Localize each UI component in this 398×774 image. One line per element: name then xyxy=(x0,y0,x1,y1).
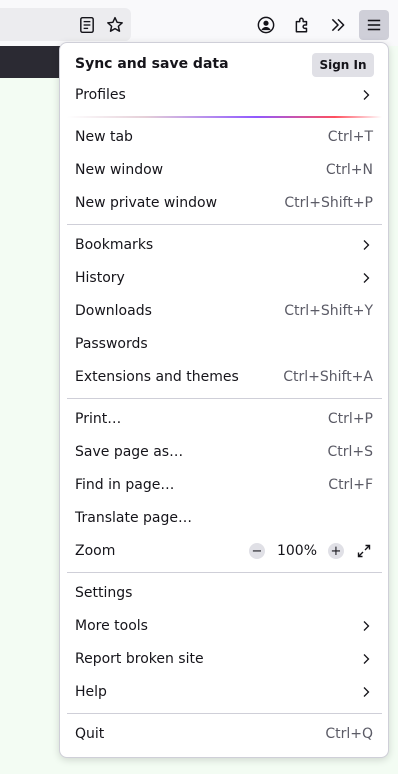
hamburger-menu-icon[interactable] xyxy=(359,10,389,40)
menu-item-report-broken-site[interactable]: Report broken site xyxy=(66,644,382,674)
menu-item-find-in-page[interactable]: Find in page… Ctrl+F xyxy=(66,470,382,500)
menu-item-label: Find in page… xyxy=(75,477,175,493)
menu-item-new-tab[interactable]: New tab Ctrl+T xyxy=(66,122,382,152)
menu-item-label: Translate page… xyxy=(75,510,192,526)
menu-item-shortcut: Ctrl+Shift+Y xyxy=(284,303,373,319)
menu-item-label: More tools xyxy=(75,618,148,634)
menu-item-shortcut: Ctrl+F xyxy=(328,477,373,493)
chevron-right-icon xyxy=(363,240,370,250)
menu-item-label: Downloads xyxy=(75,303,152,319)
reader-view-icon[interactable] xyxy=(72,10,102,40)
menu-item-shortcut: Ctrl+Q xyxy=(325,726,373,742)
menu-item-label: Help xyxy=(75,684,107,700)
zoom-reset-button[interactable]: 100% xyxy=(277,543,317,559)
fullscreen-icon[interactable] xyxy=(355,542,373,560)
menu-item-zoom: Zoom − 100% + xyxy=(66,536,382,566)
menu-separator xyxy=(67,224,382,225)
menu-item-translate-page[interactable]: Translate page… xyxy=(66,503,382,533)
sync-header: Sync and save data Sign In xyxy=(75,53,374,77)
menu-item-shortcut: Ctrl+S xyxy=(327,444,373,460)
browser-toolbar xyxy=(0,0,398,46)
chevron-right-icon xyxy=(363,654,370,664)
menu-item-label: New private window xyxy=(75,195,218,211)
menu-item-label: Bookmarks xyxy=(75,237,154,253)
zoom-out-button[interactable]: − xyxy=(248,543,265,559)
menu-item-shortcut: Ctrl+Shift+P xyxy=(284,195,373,211)
menu-item-more-tools[interactable]: More tools xyxy=(66,611,382,641)
menu-item-label: History xyxy=(75,270,125,286)
menu-separator xyxy=(67,398,382,399)
chevron-right-icon xyxy=(363,687,370,697)
app-menu-panel: Sync and save data Sign In Profiles New … xyxy=(59,42,389,758)
menu-item-extensions-themes[interactable]: Extensions and themes Ctrl+Shift+A xyxy=(66,362,382,392)
menu-item-shortcut: Ctrl+N xyxy=(325,162,373,178)
zoom-controls: − 100% + xyxy=(248,541,373,561)
zoom-in-button[interactable]: + xyxy=(328,543,344,559)
menu-item-label: Save page as… xyxy=(75,444,184,460)
menu-item-passwords[interactable]: Passwords xyxy=(66,329,382,359)
menu-item-new-window[interactable]: New window Ctrl+N xyxy=(66,155,382,185)
menu-item-print[interactable]: Print… Ctrl+P xyxy=(66,404,382,434)
chevron-right-icon xyxy=(363,90,370,100)
menu-item-label: Profiles xyxy=(75,87,126,103)
menu-item-profiles[interactable]: Profiles xyxy=(66,80,382,110)
menu-item-label: Zoom xyxy=(75,543,116,559)
menu-item-history[interactable]: History xyxy=(66,263,382,293)
menu-item-shortcut: Ctrl+T xyxy=(327,129,373,145)
extensions-icon[interactable] xyxy=(287,10,317,40)
menu-separator xyxy=(67,713,382,714)
menu-item-help[interactable]: Help xyxy=(66,677,382,707)
menu-item-bookmarks[interactable]: Bookmarks xyxy=(66,230,382,260)
menu-item-quit[interactable]: Quit Ctrl+Q xyxy=(66,719,382,749)
account-icon[interactable] xyxy=(251,10,281,40)
menu-item-label: Passwords xyxy=(75,336,148,352)
sign-in-button[interactable]: Sign In xyxy=(312,53,374,77)
menu-separator xyxy=(67,572,382,573)
menu-item-label: Settings xyxy=(75,585,133,601)
menu-item-shortcut: Ctrl+P xyxy=(327,411,373,427)
menu-item-settings[interactable]: Settings xyxy=(66,578,382,608)
menu-item-label: Report broken site xyxy=(75,651,204,667)
sync-title: Sync and save data xyxy=(75,56,229,72)
menu-item-label: New tab xyxy=(75,129,133,145)
menu-item-downloads[interactable]: Downloads Ctrl+Shift+Y xyxy=(66,296,382,326)
chevron-right-icon xyxy=(363,621,370,631)
menu-item-label: Print… xyxy=(75,411,122,427)
menu-item-save-page[interactable]: Save page as… Ctrl+S xyxy=(66,437,382,467)
page-content-strip xyxy=(0,46,60,78)
overflow-chevrons-icon[interactable] xyxy=(323,10,353,40)
menu-item-label: Extensions and themes xyxy=(75,369,239,385)
menu-item-label: Quit xyxy=(75,726,105,742)
menu-item-shortcut: Ctrl+Shift+A xyxy=(283,369,373,385)
menu-item-new-private-window[interactable]: New private window Ctrl+Shift+P xyxy=(66,188,382,218)
bookmark-star-icon[interactable] xyxy=(100,10,130,40)
menu-item-label: New window xyxy=(75,162,164,178)
gradient-separator xyxy=(67,116,382,118)
chevron-right-icon xyxy=(363,273,370,283)
